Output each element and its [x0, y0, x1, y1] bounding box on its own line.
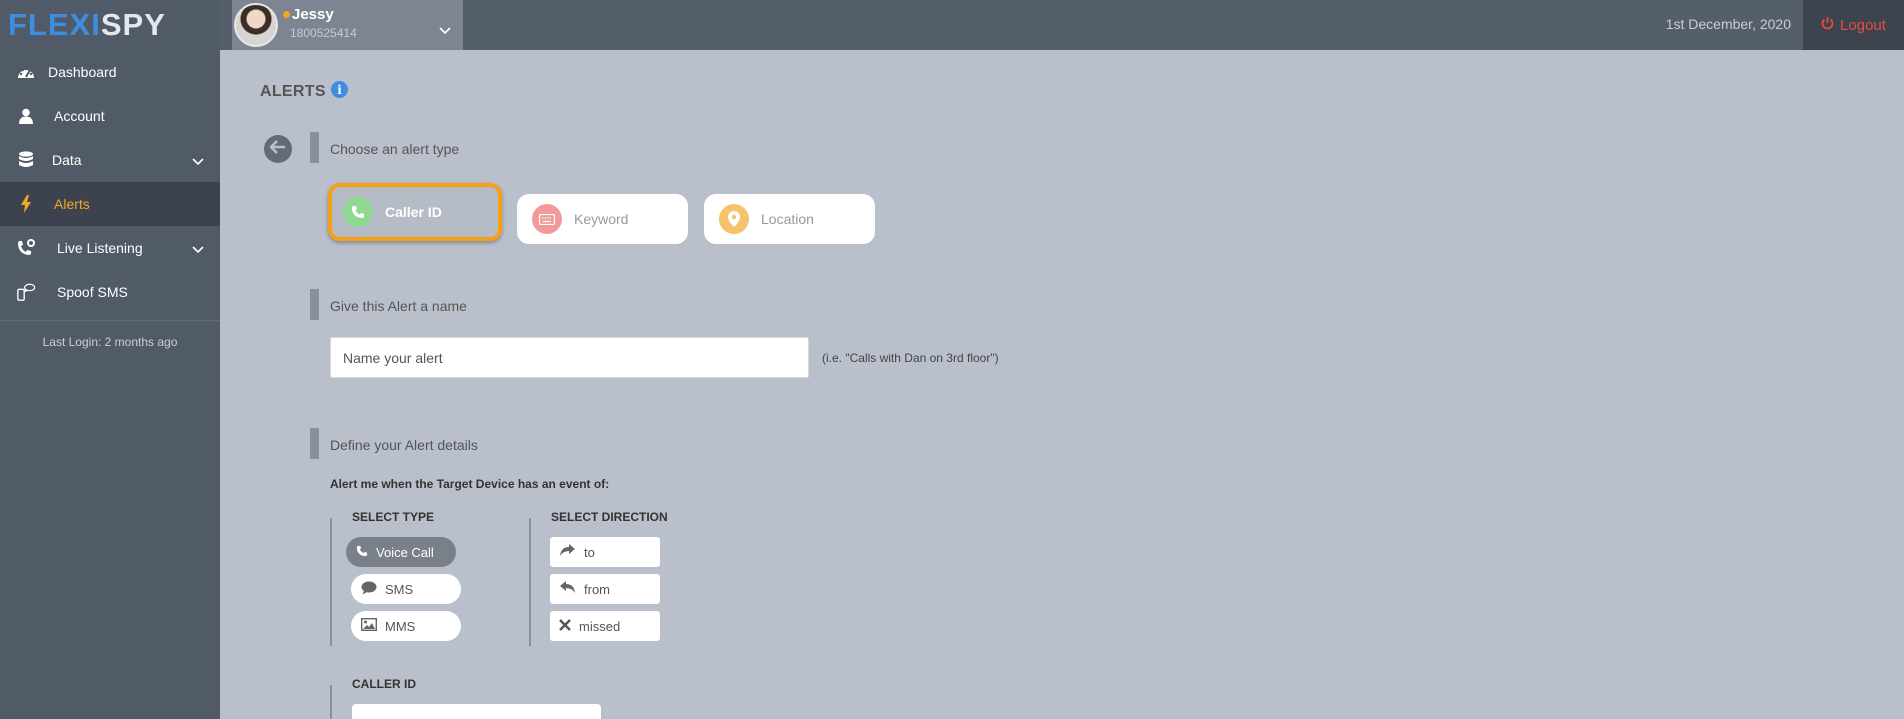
section-marker [310, 289, 319, 320]
flexispy-logo[interactable]: FLEXI SPY [8, 7, 166, 42]
alert-me-text: Alert me when the Target Device has an e… [330, 477, 610, 491]
type-option-voice-call[interactable]: Voice Call [346, 537, 456, 567]
sidebar-item-spoof-sms[interactable]: Spoof SMS [0, 270, 220, 314]
direction-column-divider [529, 518, 531, 646]
forward-arrow-icon [559, 544, 576, 560]
keyboard-icon [532, 204, 562, 234]
sidebar-item-label: Alerts [54, 196, 90, 212]
section-label-alert-details: Define your Alert details [330, 437, 478, 453]
type-option-label: SMS [385, 581, 414, 597]
x-icon [559, 618, 571, 634]
chevron-down-icon[interactable] [192, 153, 204, 169]
logo-text-spy: SPY [100, 7, 166, 42]
alert-type-label: Location [761, 211, 814, 227]
direction-option-from[interactable]: from [550, 574, 660, 604]
status-dot [283, 11, 290, 18]
alert-type-keyword[interactable]: Keyword [517, 194, 688, 244]
chevron-down-icon[interactable] [439, 22, 451, 40]
type-column-divider [330, 518, 332, 646]
sidebar-divider [0, 320, 220, 321]
sidebar-item-label: Spoof SMS [57, 284, 128, 300]
section-label-alert-name: Give this Alert a name [330, 298, 467, 314]
select-type-heading: SELECT TYPE [352, 510, 435, 524]
alert-type-label: Caller ID [385, 204, 442, 220]
direction-option-label: from [584, 581, 610, 597]
sidebar-item-label: Data [52, 152, 82, 168]
logout-button[interactable]: Logout [1803, 0, 1904, 50]
alert-type-location[interactable]: Location [704, 194, 875, 244]
direction-option-to[interactable]: to [550, 537, 660, 567]
current-date: 1st December, 2020 [1665, 16, 1791, 32]
power-icon [1821, 16, 1834, 34]
phone-settings-icon [16, 238, 36, 258]
chevron-down-icon[interactable] [192, 241, 204, 257]
user-name: Jessy [292, 6, 334, 23]
select-direction-heading: SELECT DIRECTION [551, 510, 668, 524]
arrow-left-icon [269, 139, 286, 159]
database-icon [16, 150, 36, 170]
sidebar-item-live-listening[interactable]: Live Listening [0, 226, 220, 270]
type-option-label: Voice Call [376, 544, 434, 560]
reply-arrow-icon [559, 581, 576, 597]
direction-option-missed[interactable]: missed [550, 611, 660, 641]
sidebar-item-data[interactable]: Data [0, 138, 220, 182]
sidebar-nav: Dashboard Account Data Alerts Live Liste… [0, 50, 220, 349]
sidebar-item-dashboard[interactable]: Dashboard [0, 50, 220, 94]
last-login-text: Last Login: 2 months ago [42, 335, 178, 349]
alert-name-input[interactable] [330, 337, 809, 378]
map-pin-icon [719, 204, 749, 234]
sidebar-item-label: Live Listening [57, 240, 143, 256]
logo-text-flexi: FLEXI [8, 7, 101, 42]
bolt-icon [16, 194, 36, 214]
alert-name-hint: (i.e. "Calls with Dan on 3rd floor") [822, 351, 999, 365]
logout-label: Logout [1840, 16, 1886, 34]
direction-option-label: to [584, 544, 595, 560]
sidebar-item-label: Account [54, 108, 105, 124]
phone-icon [343, 197, 373, 227]
sidebar: FLEXI SPY Dashboard Account Data Alerts … [0, 0, 220, 719]
device-selector[interactable]: Jessy 1800525414 [232, 0, 463, 50]
sidebar-item-label: Dashboard [48, 64, 117, 80]
spoof-sms-icon [16, 282, 36, 302]
sidebar-item-alerts[interactable]: Alerts [0, 182, 220, 226]
type-option-mms[interactable]: MMS [351, 611, 461, 641]
alert-type-caller-id[interactable]: Caller ID [328, 183, 502, 241]
section-marker [310, 132, 319, 163]
caller-id-input[interactable] [352, 704, 601, 719]
back-button[interactable] [264, 135, 292, 163]
image-icon [360, 617, 378, 634]
caller-id-divider [330, 685, 332, 719]
user-icon [16, 106, 36, 126]
page-title: ALERTS [260, 83, 326, 100]
section-label-alert-type: Choose an alert type [330, 141, 460, 157]
phone-icon [356, 545, 368, 560]
alert-type-label: Keyword [574, 211, 629, 227]
user-phone: 1800525414 [290, 26, 357, 40]
info-icon[interactable]: i [331, 81, 348, 98]
sidebar-item-account[interactable]: Account [0, 94, 220, 138]
avatar [234, 3, 278, 47]
type-option-label: MMS [385, 618, 416, 634]
section-marker [310, 428, 319, 459]
top-bar: Jessy 1800525414 1st December, 2020 Logo… [220, 0, 1904, 50]
chat-bubble-icon [361, 581, 377, 598]
dashboard-icon [16, 62, 36, 82]
direction-option-label: missed [579, 618, 621, 634]
caller-id-heading: CALLER ID [352, 677, 416, 691]
type-option-sms[interactable]: SMS [351, 574, 461, 604]
